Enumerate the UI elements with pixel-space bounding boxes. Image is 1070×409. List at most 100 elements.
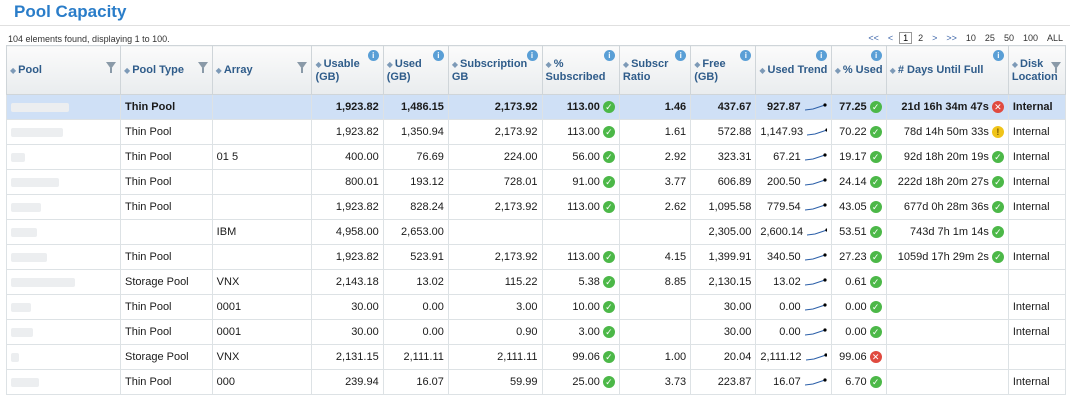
free-cell: 1,095.58 [690, 194, 757, 220]
table-row[interactable]: Thin Pool 800.01 193.12 728.01 91.00 ✓ 3.77 606… [5, 169, 1067, 195]
usable-cell-value: 400.00 [345, 151, 379, 163]
col-pct-used[interactable]: ◆% Used i [830, 45, 887, 95]
info-icon[interactable]: i [367, 50, 379, 61]
table-row[interactable]: Thin Pool 0001 30.00 0.00 3.00 10.00 ✓ 30.00 0.0… [5, 294, 1067, 320]
col-used[interactable]: ◆ Used (GB) i [382, 45, 449, 95]
usable-cell: 1,923.82 [311, 244, 384, 270]
pool-name-cell[interactable] [5, 344, 122, 370]
pct-subscribed-cell: 91.00 ✓ [541, 169, 620, 195]
info-icon[interactable]: i [526, 50, 538, 61]
pool-type-cell-value: Thin Pool [125, 176, 172, 188]
days-until-full-cell [885, 369, 1009, 395]
check-icon: ✓ [869, 151, 882, 163]
pool-name-cell[interactable] [5, 144, 122, 170]
filter-icon[interactable] [106, 62, 117, 73]
page-size-100[interactable]: 100 [1020, 32, 1041, 44]
used-trend-value: 16.07 [773, 376, 801, 388]
col-days-until-full[interactable]: ◆ # Days Until Full i [885, 45, 1009, 95]
pool-name-cell[interactable] [5, 269, 122, 295]
pool-name-cell[interactable] [5, 369, 122, 395]
disk-location-cell: Internal [1007, 294, 1067, 320]
col-array[interactable]: ◆ Array [211, 45, 313, 95]
page-size-50[interactable]: 50 [1001, 32, 1017, 44]
disk-location-cell: Internal [1007, 169, 1067, 195]
table-row[interactable]: Thin Pool 1,923.82 1,350.94 2,173.92 113.00 ✓… [5, 119, 1067, 145]
pool-name-cell[interactable] [5, 94, 122, 120]
table-row[interactable]: Thin Pool 01 5 400.00 76.69 224.00 56.00 ✓ 2.92… [5, 144, 1067, 170]
prev-page-link[interactable]: < [885, 32, 896, 44]
col-pool-type[interactable]: ◆ Pool Type [120, 45, 213, 95]
table-row[interactable]: Storage Pool VNX 2,131.15 2,111.11 2,111.11 9… [5, 344, 1067, 370]
col-disk-location[interactable]: ◆ Disk Location [1007, 45, 1067, 95]
pool-name-cell[interactable] [5, 244, 122, 270]
free-cell: 20.04 [690, 344, 757, 370]
free-cell-value: 572.88 [717, 126, 752, 138]
info-icon[interactable]: i [675, 50, 687, 61]
table-row[interactable]: IBM 4,958.00 2,653.00 2,305.00 2,600.14 53.51… [5, 219, 1067, 245]
col-pool[interactable]: ◆ Pool [5, 45, 122, 95]
pool-name-cell[interactable] [5, 294, 122, 320]
info-icon[interactable]: i [740, 50, 752, 61]
usable-cell-value: 800.01 [345, 176, 379, 188]
table-row[interactable]: Thin Pool 0001 30.00 0.00 0.90 3.00 ✓ 30.00 0.00… [5, 319, 1067, 345]
col-used-trend[interactable]: ◆ Used Trend i [755, 45, 832, 95]
array-cell: 0001 [211, 319, 313, 345]
table-row[interactable]: Thin Pool 1,923.82 523.91 2,173.92 113.00 ✓ 4.… [5, 244, 1067, 270]
pool-type-cell: Storage Pool [120, 344, 213, 370]
check-icon: ✓ [602, 126, 615, 138]
free-cell: 2,305.00 [690, 219, 757, 245]
info-icon[interactable]: i [870, 50, 882, 61]
table-row[interactable]: Thin Pool 1,923.82 828.24 2,173.92 113.00 ✓ 2.… [5, 194, 1067, 220]
filter-icon[interactable] [197, 62, 208, 73]
trend-sparkline [804, 378, 827, 386]
first-page-link[interactable]: << [865, 32, 882, 44]
next-page-link[interactable]: > [929, 32, 940, 44]
pool-name-cell[interactable] [5, 219, 122, 245]
array-cell: 000 [211, 369, 313, 395]
table-row[interactable]: Storage Pool VNX 2,143.18 13.02 115.22 5.38 ✓ 8… [5, 269, 1067, 295]
check-icon: ✓ [602, 101, 615, 113]
col-subscription[interactable]: ◆ Subscription GB i [447, 45, 543, 95]
subscr-ratio-cell-value: 3.77 [664, 176, 687, 188]
sort-icon: ◆ [215, 65, 222, 75]
page-size-25[interactable]: 25 [982, 32, 998, 44]
used-cell: 523.91 [382, 244, 449, 270]
page-2-link[interactable]: 2 [915, 32, 926, 44]
filter-icon[interactable] [297, 62, 308, 73]
array-cell [211, 94, 313, 120]
page-size-10[interactable]: 10 [963, 32, 979, 44]
last-page-link[interactable]: >> [943, 32, 960, 44]
table-row[interactable]: Thin Pool 1,923.82 1,486.15 2,173.92 113.00 ✓… [5, 94, 1067, 120]
subscription-cell-value: 728.01 [503, 176, 538, 188]
check-icon: ✓ [869, 276, 882, 288]
col-free[interactable]: ◆ Free (GB) i [690, 45, 757, 95]
days-until-full-value: 677d 0h 28m 36s [903, 201, 989, 213]
redacted-text [11, 177, 59, 187]
table-row[interactable]: Thin Pool 000 239.94 16.07 59.99 25.00 ✓ 3.73 22… [5, 369, 1067, 395]
info-icon[interactable]: i [432, 50, 444, 61]
pool-name-cell[interactable] [5, 119, 122, 145]
info-icon[interactable]: i [815, 50, 827, 61]
info-icon[interactable]: i [603, 50, 615, 61]
free-cell: 223.87 [690, 369, 757, 395]
usable-cell: 400.00 [311, 144, 384, 170]
pct-used-value: 0.00 [845, 301, 867, 313]
pool-name-cell[interactable] [5, 194, 122, 220]
col-usable[interactable]: ◆ Usable (GB) i [311, 45, 384, 95]
col-pct-subscribed[interactable]: ◆% Subscribed i [541, 45, 620, 95]
page-size-all[interactable]: ALL [1044, 32, 1066, 44]
free-cell: 572.88 [690, 119, 757, 145]
pool-name-cell[interactable] [5, 319, 122, 345]
col-subscr-ratio[interactable]: ◆ Subscr Ratio i [618, 45, 692, 95]
subscr-ratio-cell: 8.85 [618, 269, 692, 295]
subscr-ratio-cell: 1.61 [618, 119, 692, 145]
check-icon: ✓ [869, 126, 882, 138]
filter-icon[interactable] [1051, 62, 1061, 73]
trend-sparkline [804, 328, 827, 336]
info-icon[interactable]: i [992, 50, 1004, 61]
pool-name-cell[interactable] [5, 169, 122, 195]
days-until-full-cell: 1059d 17h 29m 2s ✓ [885, 244, 1009, 270]
usable-cell-value: 1,923.82 [335, 201, 379, 213]
used-trend-value: 2,111.12 [760, 351, 802, 363]
page-1-link[interactable]: 1 [899, 32, 913, 44]
